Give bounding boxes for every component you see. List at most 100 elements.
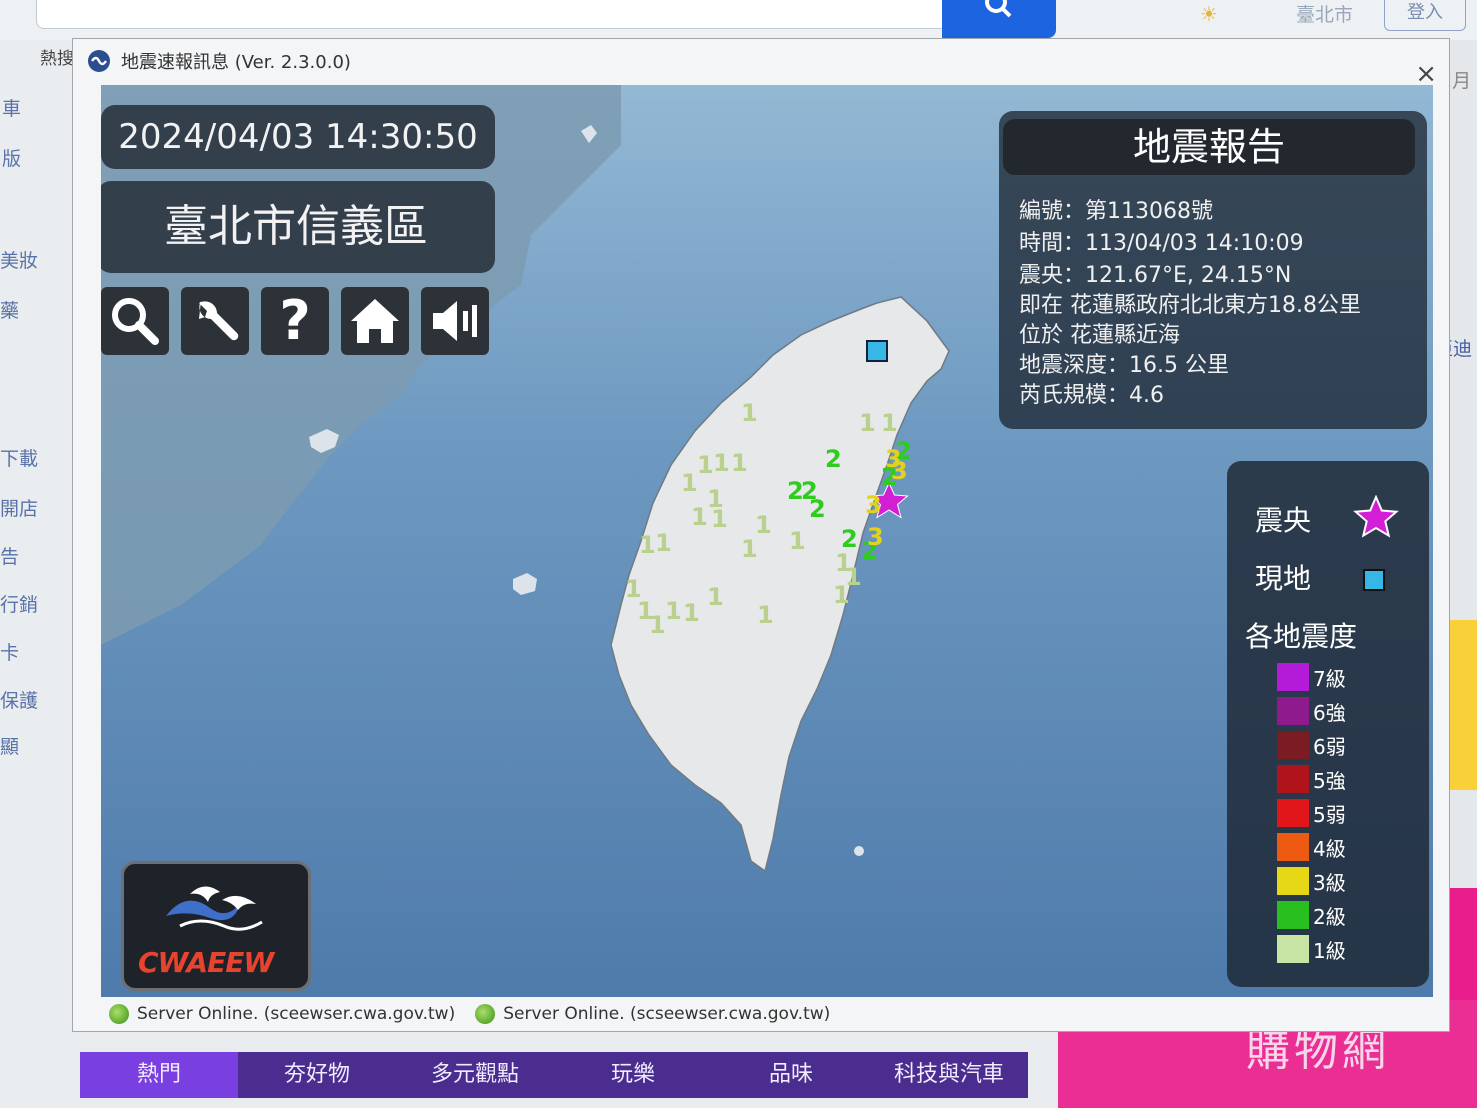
taiwan-island [610, 296, 950, 873]
legend-panel: 震央 現地 各地震度 7級 6強 6弱 5強 5弱 4級 3級 2級 1級 [1227, 461, 1429, 987]
home-button[interactable] [341, 287, 409, 355]
logo-text: CWAEEW [138, 946, 274, 979]
left-link-11[interactable]: 顯 [0, 732, 19, 759]
scale-label: 6弱 [1313, 735, 1346, 759]
intensity-label: 3 [867, 523, 884, 551]
location-text: 臺北市 [1296, 4, 1354, 26]
scale-row-5-strong: 5強 [1277, 763, 1427, 795]
location-display: 臺北市信義區 [101, 181, 495, 273]
scale-row-5-weak: 5弱 [1277, 797, 1427, 829]
lanyu-island [854, 846, 864, 856]
intensity-label: 1 [691, 503, 708, 531]
nav-tab-taste[interactable]: 品味 [712, 1052, 870, 1098]
left-link-2[interactable]: 版 [2, 144, 21, 171]
server-status-2: Server Online. (scseewser.cwa.gov.tw) [467, 1004, 830, 1024]
intensity-label: 1 [713, 449, 730, 477]
left-link-1[interactable]: 車 [2, 94, 21, 121]
scale-swatch [1277, 765, 1309, 793]
scale-swatch [1277, 867, 1309, 895]
scale-row-7: 7級 [1277, 661, 1427, 693]
left-link-4[interactable]: 藥 [0, 296, 19, 323]
scale-swatch [1277, 901, 1309, 929]
search-button[interactable] [101, 287, 169, 355]
window-title: 地震速報訊息 (Ver. 2.3.0.0) [121, 52, 351, 73]
sound-button[interactable] [421, 287, 489, 355]
current-location-marker [866, 340, 888, 362]
server-status-text: Server Online. (sceewser.cwa.gov.tw) [137, 1004, 456, 1024]
scale-row-1: 1級 [1277, 933, 1427, 965]
intensity-label: 1 [655, 529, 672, 557]
left-link-7[interactable]: 告 [0, 542, 19, 569]
legend-epicenter-label: 震央 [1255, 504, 1312, 537]
left-link-3[interactable]: 美妝 [0, 246, 38, 273]
earthquake-report-panel: 地震報告 編號：第113068號 時間：113/04/03 14:10:09 震… [999, 111, 1427, 429]
login-button[interactable]: 登入 [1384, 0, 1466, 31]
intensity-label: 1 [741, 399, 758, 427]
intensity-label: 1 [731, 449, 748, 477]
intensity-label: 1 [741, 535, 758, 563]
intensity-label: 1 [649, 611, 666, 639]
report-epicenter: 震央：121.67°E, 24.15°N [1019, 263, 1292, 288]
report-region: 位於 花蓮縣近海 [1019, 323, 1180, 348]
intensity-label: 3 [885, 445, 902, 473]
scale-label: 3級 [1313, 871, 1346, 895]
report-depth: 地震深度：16.5 公里 [1019, 353, 1229, 378]
intensity-label: 2 [825, 445, 842, 473]
left-link-5[interactable]: 下載 [0, 444, 38, 471]
left-link-8[interactable]: 行銷 [0, 590, 38, 617]
scale-label: 4級 [1313, 837, 1346, 861]
scale-row-6-weak: 6弱 [1277, 729, 1427, 761]
scale-row-4: 4級 [1277, 831, 1427, 863]
status-bar: Server Online. (sceewser.cwa.gov.tw) Ser… [101, 999, 1421, 1029]
intensity-label: 1 [639, 531, 656, 559]
intensity-label: 2 [841, 525, 858, 553]
intensity-label: 1 [859, 409, 876, 437]
scale-swatch [1277, 731, 1309, 759]
left-link-9[interactable]: 卡 [0, 638, 19, 665]
search-icon [112, 298, 159, 345]
report-relative-location: 即在 花蓮縣政府北北東方18.8公里 [1019, 293, 1361, 318]
cwaeew-logo: CWAEEW [121, 861, 311, 991]
intensity-label: 1 [697, 451, 714, 479]
intensity-label: 1 [707, 583, 724, 611]
scale-label: 5強 [1313, 769, 1346, 793]
nav-tab-tech[interactable]: 科技與汽車 [870, 1052, 1028, 1098]
browser-search-input[interactable] [36, 0, 948, 29]
nav-tab-views[interactable]: 多元觀點 [396, 1052, 554, 1098]
intensity-label: 1 [833, 581, 850, 609]
intensity-label: 1 [789, 527, 806, 555]
intensity-label: 2 [809, 495, 826, 523]
left-link-10[interactable]: 保護 [0, 686, 38, 713]
scale-swatch [1277, 663, 1309, 691]
intensity-label: 3 [865, 491, 882, 519]
browser-search-button[interactable] [942, 0, 1056, 38]
nav-tab-fun[interactable]: 玩樂 [554, 1052, 712, 1098]
report-title: 地震報告 [1003, 119, 1415, 175]
left-link-6[interactable]: 開店 [0, 494, 38, 521]
report-magnitude: 芮氏規模：4.6 [1019, 383, 1164, 408]
nav-tab-goods[interactable]: 夯好物 [238, 1052, 396, 1098]
intensity-label: 1 [665, 597, 682, 625]
intensity-label: 1 [683, 599, 700, 627]
datetime-display: 2024/04/03 14:30:50 [101, 105, 495, 169]
help-icon: ? [279, 289, 311, 352]
scale-swatch [1277, 697, 1309, 725]
close-button[interactable]: × [1415, 61, 1437, 87]
scale-label: 1級 [1313, 939, 1346, 963]
left-link-0[interactable]: 熱搜 [40, 44, 74, 69]
search-icon [985, 0, 1012, 18]
current-location-icon [1363, 569, 1385, 591]
app-logo-icon [88, 50, 110, 72]
earthquake-map: 1 1 1 1 1 1 1 1 1 1 1 1 1 1 1 1 1 1 1 1 [101, 85, 1433, 997]
nav-tab-hot[interactable]: 熱門 [80, 1052, 238, 1098]
window-titlebar[interactable]: 地震速報訊息 (Ver. 2.3.0.0) [73, 39, 1449, 83]
help-button[interactable]: ? [261, 287, 329, 355]
settings-button[interactable] [181, 287, 249, 355]
scale-swatch [1277, 935, 1309, 963]
scale-label: 2級 [1313, 905, 1346, 929]
scale-swatch [1277, 833, 1309, 861]
scale-label: 5弱 [1313, 803, 1346, 827]
scale-row-3: 3級 [1277, 865, 1427, 897]
island-mark [513, 573, 537, 595]
intensity-label: 1 [881, 409, 898, 437]
